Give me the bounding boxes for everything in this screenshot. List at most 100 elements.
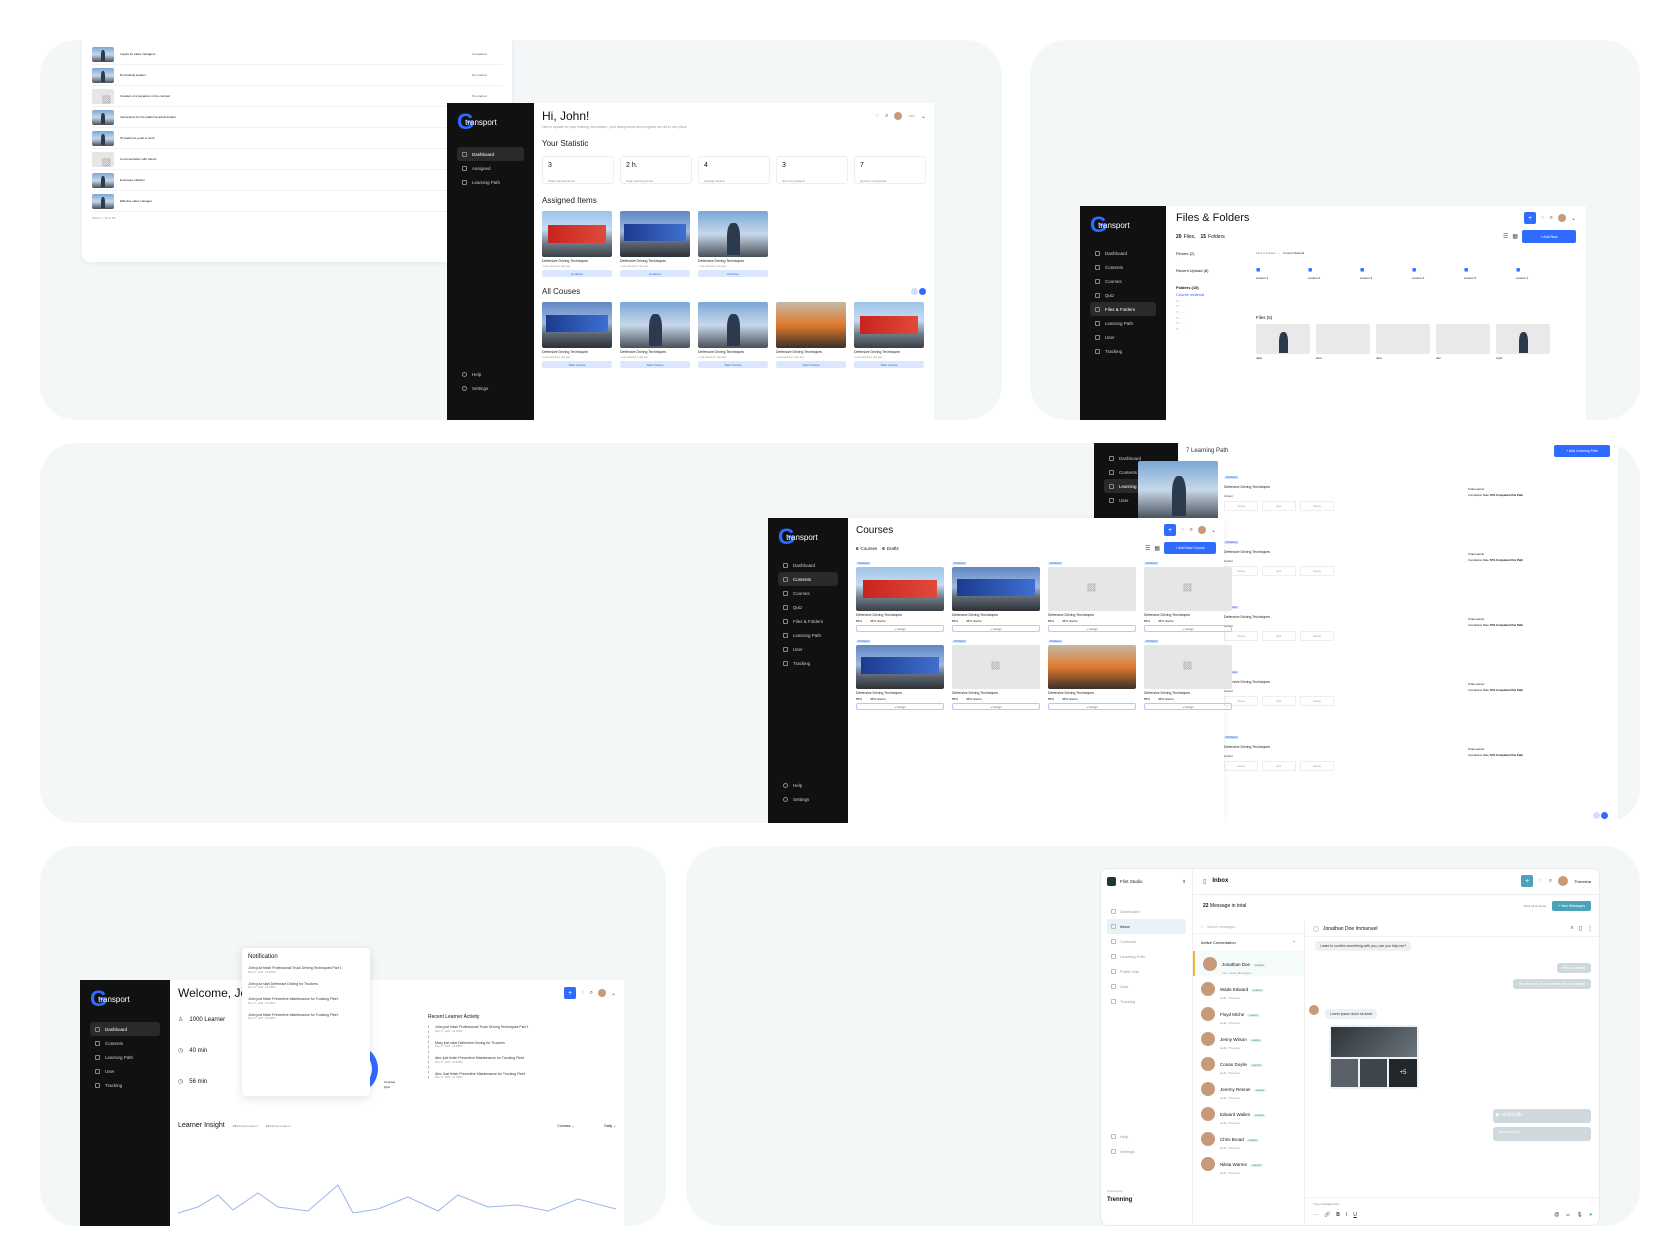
more-icon[interactable]: ⋯	[1313, 1212, 1318, 1218]
nav-contents[interactable]: Contents	[90, 1036, 160, 1050]
folder-course-material[interactable]: Course material	[1176, 292, 1246, 299]
nav-tracking[interactable]: Tracking	[90, 1078, 160, 1092]
nav-user[interactable]: User	[90, 1064, 160, 1078]
plus-button[interactable]: +	[1164, 524, 1177, 536]
course-card[interactable]: Defensive Driving Techniques • Last watch…	[698, 302, 768, 368]
bell-icon[interactable]: ◌	[1181, 527, 1185, 533]
file-item[interactable]: Jaut	[1376, 324, 1430, 360]
new-messages-button[interactable]: + New Messages	[1552, 901, 1591, 911]
assign-button[interactable]: + Assign	[856, 625, 944, 632]
avatar[interactable]	[1558, 876, 1569, 886]
workspace-switcher[interactable]: Flint Studio ⇕	[1107, 877, 1186, 886]
course-action-button[interactable]: Start Course	[698, 361, 768, 368]
nav-dashboard[interactable]: Dashboard	[1107, 904, 1186, 919]
nav-tracking[interactable]: Tracking	[778, 656, 838, 670]
list-view-icon[interactable]: ☰	[1145, 545, 1150, 552]
pinned-section[interactable]: Pinned (2)	[1176, 251, 1246, 258]
nav-user[interactable]: User	[1107, 979, 1186, 994]
list-item[interactable]: Creation of a signature in the contract N…	[92, 86, 502, 107]
assign-button[interactable]: + Assign	[1048, 703, 1136, 710]
add-learning-path-button[interactable]: + Add Learning Path	[1554, 445, 1610, 457]
nav-files-folders[interactable]: Files & Folders	[1090, 302, 1156, 316]
nav-learning-path[interactable]: Learning Path	[90, 1050, 160, 1064]
view-toggle-off[interactable]	[911, 288, 918, 295]
learning-path-item[interactable]: Published Defensive Driving Techniques Con…	[1138, 461, 1558, 521]
chevron-down-icon[interactable]: ⌄	[1571, 215, 1576, 222]
avatar[interactable]	[597, 989, 606, 997]
assign-button[interactable]: + Assign	[1048, 625, 1136, 632]
plus-button[interactable]: +	[1524, 212, 1537, 224]
nav-contents[interactable]: Contents	[778, 572, 838, 586]
course-card[interactable]: Published Defensive Driving Techniques 85%…	[856, 640, 944, 710]
nav-user[interactable]: User	[778, 642, 838, 656]
nav-help[interactable]: Help	[457, 367, 524, 381]
activity-item[interactable]: John just finish Professional Truck Driv…	[435, 1025, 616, 1033]
nav-tracking[interactable]: Tracking	[1090, 344, 1156, 358]
grid-view-icon[interactable]: ▦	[1512, 233, 1518, 240]
notification-item[interactable]: John just finish Preventive Maintenance …	[248, 997, 364, 1005]
list-item[interactable]: Employee platformCompleted	[92, 170, 502, 191]
file-item[interactable]: shot	[1316, 324, 1370, 360]
nav-learning-path[interactable]: Learning Path	[778, 628, 838, 642]
nav-files-folders[interactable]: Files & Folders	[778, 614, 838, 628]
lesson-folder[interactable]: ■ Lesson 1	[1256, 267, 1304, 307]
course-card[interactable]: Published Defensive Driving Techniques 85%…	[952, 640, 1040, 710]
list-item[interactable]: Communication with clientsNot started	[92, 149, 502, 170]
nav-user[interactable]: User	[1090, 330, 1156, 344]
activity-item[interactable]: Alex Just finish Preventive Maintenance …	[435, 1072, 616, 1080]
assign-button[interactable]: + Assign	[952, 625, 1040, 632]
lesson-folder[interactable]: ■ Lesson 2	[1308, 267, 1356, 307]
nav-contents[interactable]: Contents	[1090, 260, 1156, 274]
lesson-folder[interactable]: ■ Lesson 5	[1464, 267, 1512, 307]
filter-courses[interactable]: Courses ⌄	[557, 1124, 574, 1128]
bell-icon[interactable]: ◌	[1539, 878, 1543, 884]
nav-contents[interactable]: Contents	[1107, 934, 1186, 949]
search-icon[interactable]: ⌕	[1550, 215, 1553, 222]
chevron-up-icon[interactable]: ⌃	[1293, 940, 1296, 945]
lesson-folder[interactable]: ■ Lesson 3	[1360, 267, 1408, 307]
search-icon[interactable]: ⌕	[885, 113, 888, 120]
course-action-button[interactable]: Start Course	[542, 361, 612, 368]
nav-courses[interactable]: Courses	[778, 586, 838, 600]
send-icon[interactable]: ➤	[1589, 1212, 1593, 1218]
nav-quiz[interactable]: Quiz	[778, 600, 838, 614]
nav-learning-path[interactable]: Learning Path	[1107, 949, 1186, 964]
list-item[interactable]: Dominating leaders Not started	[92, 65, 502, 86]
file-item[interactable]: xnyk	[1496, 324, 1550, 360]
nav-quiz[interactable]: Quiz	[1090, 288, 1156, 302]
notification-item[interactable]: John just finish Professional Truck Driv…	[248, 966, 364, 974]
avatar[interactable]	[1197, 526, 1206, 534]
file-item[interactable]: doc	[1436, 324, 1490, 360]
more-icon[interactable]: ⋮	[1587, 925, 1593, 932]
contact-item[interactable]: Jonathan Doe Learner You : Voice Messages	[1193, 951, 1304, 976]
lp-toggle-on[interactable]	[1601, 812, 1608, 819]
course-card[interactable]: Defensive Driving Techniques • Last watch…	[620, 211, 690, 277]
list-item[interactable]: Impact for sales managers Completed	[92, 44, 502, 65]
avatar[interactable]	[894, 112, 903, 120]
plus-button[interactable]: +	[1521, 875, 1534, 887]
course-action-button[interactable]: Start Course	[776, 361, 846, 368]
bell-icon[interactable]: ◌	[1541, 215, 1545, 221]
search-icon[interactable]: ⌕	[1190, 527, 1193, 534]
assign-button[interactable]: + Assign	[856, 703, 944, 710]
course-action-button[interactable]: Start Course	[620, 361, 690, 368]
voice-message[interactable]: ▶ ıılıllıılıılıllıı	[1493, 1109, 1591, 1123]
course-card[interactable]: Published Defensive Driving Techniques 85%…	[1048, 562, 1136, 632]
bold-icon[interactable]: B	[1336, 1212, 1340, 1218]
mark-all-read[interactable]: Mark all as Read	[1524, 904, 1547, 908]
course-action-button[interactable]: Continue	[698, 270, 768, 277]
message-input[interactable]: Type message here	[1313, 1202, 1593, 1206]
activity-item[interactable]: Mary just start Defensive Driving for Tr…	[435, 1041, 616, 1049]
course-card[interactable]: Defensive Driving Techniques • Last watch…	[542, 302, 612, 368]
contact-item[interactable]: Jeremy Renner Learner Hello, Theresa	[1193, 1076, 1304, 1101]
nav-settings[interactable]: Settings	[457, 381, 524, 395]
nav-dashboard[interactable]: Dashboard	[778, 558, 838, 572]
course-card[interactable]: Defensive Driving Techniques • Last watch…	[698, 211, 768, 277]
list-view-icon[interactable]: ☰	[1503, 233, 1508, 240]
link-icon[interactable]: 🔗	[1324, 1212, 1330, 1218]
lp-toggle-off[interactable]	[1593, 812, 1600, 819]
course-card[interactable]: Defensive Driving Techniques • Last watch…	[854, 302, 924, 368]
nav-settings[interactable]: Settings	[1107, 1144, 1186, 1159]
course-action-button[interactable]: Continue	[542, 270, 612, 277]
nav-assigned[interactable]: Assigned	[457, 161, 524, 175]
